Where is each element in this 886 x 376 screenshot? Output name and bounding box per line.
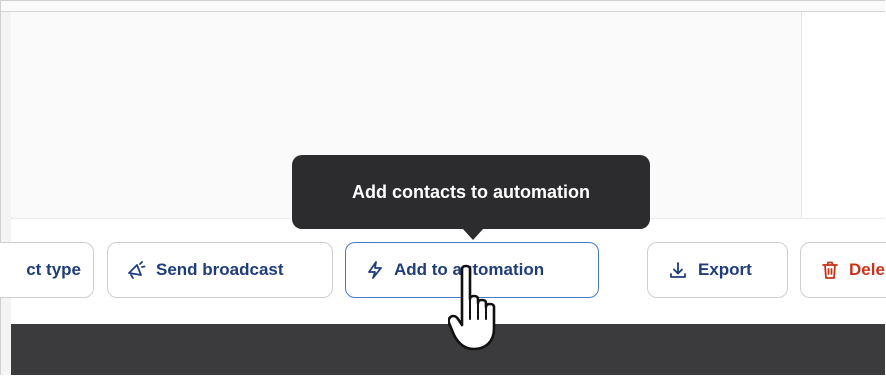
change-contact-type-button[interactable]: ct type: [0, 242, 94, 298]
export-button[interactable]: Export: [647, 242, 788, 298]
megaphone-icon: [126, 260, 146, 280]
delete-label: Dele: [849, 260, 885, 279]
automation-tooltip: Add contacts to automation: [292, 155, 650, 229]
download-icon: [668, 260, 688, 280]
tooltip-text: Add contacts to automation: [352, 181, 590, 202]
contact-type-label: ct type: [26, 260, 81, 279]
send-broadcast-label: Send broadcast: [156, 260, 284, 279]
export-label: Export: [698, 260, 752, 279]
right-panel: [802, 12, 885, 217]
tooltip-arrow: [462, 228, 484, 240]
hand-pointer-cursor-icon: [447, 263, 502, 355]
delete-button[interactable]: Dele: [800, 242, 886, 298]
lightning-icon: [366, 260, 384, 280]
trash-icon: [821, 260, 839, 280]
send-broadcast-button[interactable]: Send broadcast: [107, 242, 333, 298]
